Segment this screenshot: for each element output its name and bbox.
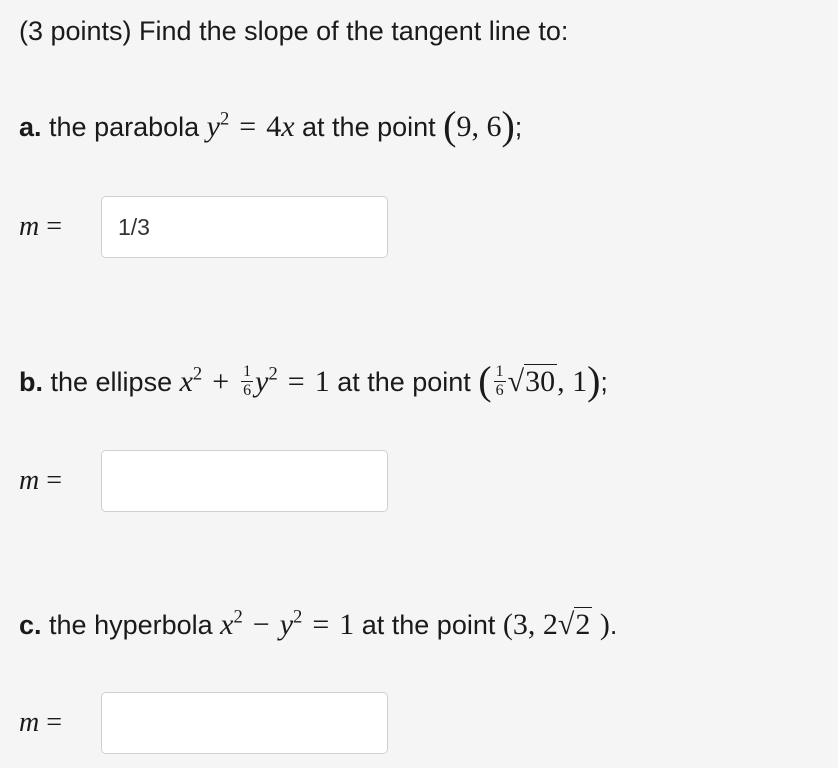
part-b-var-y: y xyxy=(255,365,269,398)
part-c-equals: = xyxy=(312,608,330,641)
part-a-point-x: 9 xyxy=(456,110,472,143)
part-a-rhs-coef: 4 xyxy=(266,110,282,143)
part-c-point-x: 3 xyxy=(512,608,528,641)
part-a-answer-row: m = xyxy=(19,196,388,258)
part-a-point: (9, 6) xyxy=(443,103,515,148)
part-a-equation: y2 = 4x xyxy=(207,110,295,143)
part-a-input-group xyxy=(101,196,388,258)
part-b-m-label: m = xyxy=(19,465,63,496)
part-c-var-x: x xyxy=(220,608,234,641)
part-b-answer-row: m = xyxy=(19,450,388,512)
part-b-var-x: x xyxy=(179,365,193,398)
part-c-statement: c. the hyperbola x2− y2 = 1 at the point (3… xyxy=(19,607,618,641)
part-c-sqrt: √2 xyxy=(557,607,593,641)
part-a-point-y: 6 xyxy=(486,110,502,143)
part-b-sqrt: √30 xyxy=(507,364,558,398)
part-b-equals: = xyxy=(287,365,305,398)
part-c-radicand: 2 xyxy=(574,607,593,641)
part-b-pt-frac-den: 6 xyxy=(495,381,504,399)
part-c-point-label: at the point xyxy=(354,610,503,640)
part-c-var-y: y xyxy=(279,608,294,641)
part-a-lhs-var: y xyxy=(206,110,220,143)
part-b-radicand: 30 xyxy=(524,364,558,398)
part-b-desc: the ellipse xyxy=(43,367,180,397)
part-c-rhs: 1 xyxy=(339,608,355,641)
part-b-rhs: 1 xyxy=(314,365,330,398)
part-c-answer-row: m = xyxy=(19,692,388,754)
part-b-frac-den: 6 xyxy=(243,381,252,399)
part-b-equation: x2 +1 6 y2 = 1 xyxy=(179,362,330,399)
part-c-exp-x: 2 xyxy=(233,606,243,628)
part-b-letter: b. xyxy=(19,367,43,397)
part-b-exp-x: 2 xyxy=(192,363,203,385)
part-c-desc: the hyperbola xyxy=(41,610,221,640)
part-c-trailing: . xyxy=(609,610,618,640)
part-a-statement: a. the parabola y2 = 4x at the point (9, 6… xyxy=(19,106,522,146)
part-b-point-label: at the point xyxy=(329,367,479,397)
part-b-answer-input[interactable] xyxy=(102,451,387,511)
part-c-point: (3, 2√2 ) xyxy=(502,607,610,641)
part-b-plus: + xyxy=(212,365,230,398)
part-a-desc: the parabola xyxy=(41,112,207,142)
part-c-point-coef: 2 xyxy=(542,608,558,641)
problem-title-text: (3 points) Find the slope of the tangent… xyxy=(19,16,569,46)
part-c-input-group xyxy=(101,692,388,754)
part-b-trailing: ; xyxy=(600,367,608,397)
part-c-equation: x2− y2 = 1 xyxy=(220,608,354,641)
part-a-lhs-exp: 2 xyxy=(219,108,230,130)
part-b-point: (1 6 √30, 1) xyxy=(478,358,601,403)
part-b-point-fraction: 16 xyxy=(493,362,506,399)
part-c-letter: c. xyxy=(19,610,42,640)
part-a-letter: a. xyxy=(19,112,42,142)
problem-title: (3 points) Find the slope of the tangent… xyxy=(19,18,568,45)
part-c-exp-y: 2 xyxy=(293,606,303,628)
part-a-trailing: ; xyxy=(514,112,523,142)
part-b-exp-y: 2 xyxy=(268,363,278,385)
part-b-input-group xyxy=(101,450,388,512)
part-a-m-label: m = xyxy=(19,211,63,242)
part-b-fraction: 16 xyxy=(241,362,254,399)
part-b-frac-num: 1 xyxy=(241,362,254,382)
part-b-point-y: 1 xyxy=(572,365,588,398)
part-a-rhs-var: x xyxy=(281,110,295,143)
part-b-statement: b. the ellipse x2 +1 6 y2 = 1 at the point (1… xyxy=(19,361,608,402)
part-b-pt-frac-num: 1 xyxy=(493,362,506,382)
part-a-equals: = xyxy=(239,110,257,143)
part-c-m-label: m = xyxy=(19,707,63,738)
part-a-answer-input[interactable] xyxy=(102,197,387,257)
part-c-minus: − xyxy=(252,608,270,641)
part-c-answer-input[interactable] xyxy=(102,693,387,753)
part-a-point-label: at the point xyxy=(294,112,444,142)
